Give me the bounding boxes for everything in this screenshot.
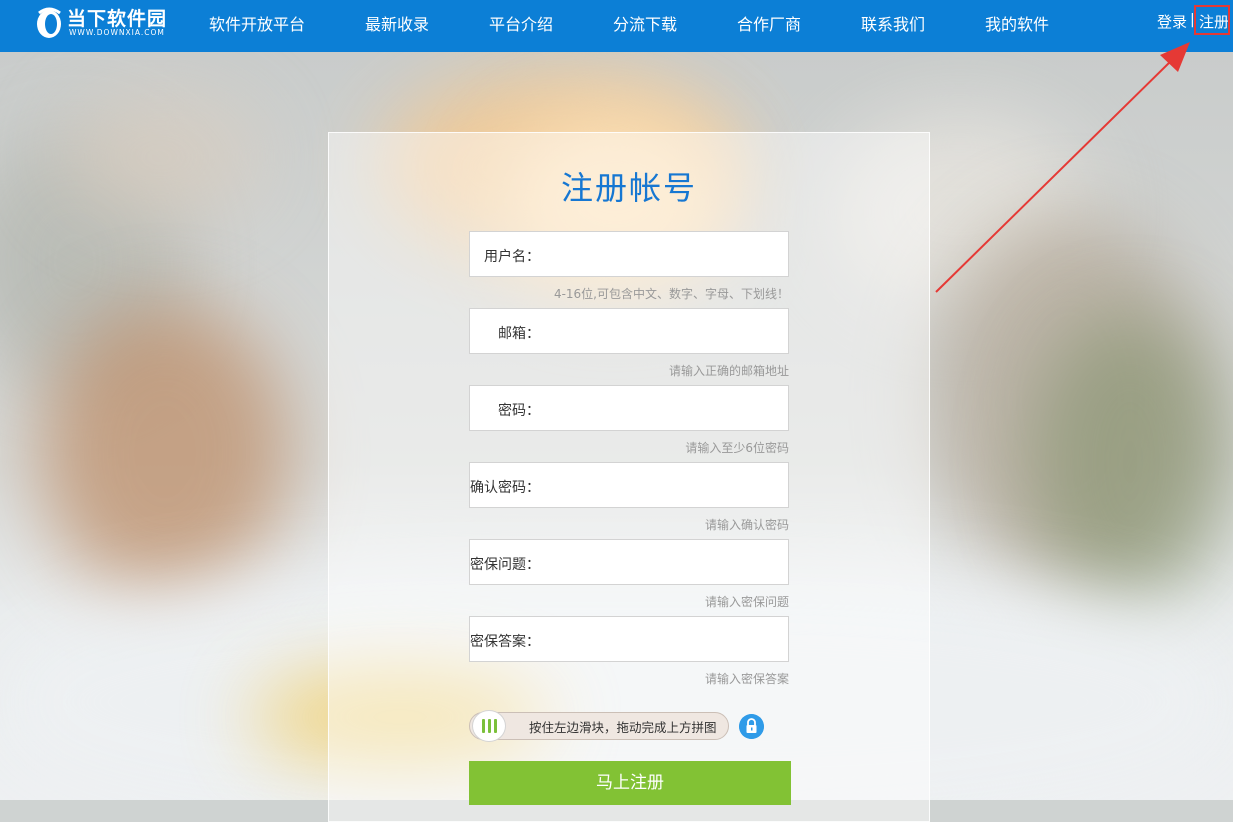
confirm-password-hint: 请输入确认密码 [704, 518, 789, 532]
nav-my-software[interactable]: 我的软件 [985, 11, 1049, 35]
email-label: 邮箱： [498, 326, 540, 342]
logo-mark-icon [37, 7, 61, 38]
nav-platform-intro[interactable]: 平台介绍 [489, 11, 553, 35]
top-navbar: 当下软件园 WWW.DOWNXIA.COM 软件开放平台 最新收录 平台介绍 分… [0, 0, 1233, 52]
username-hint: 4-16位,可包含中文、数字、字母、下划线！ [553, 287, 789, 301]
slider-grip-icon[interactable] [472, 710, 506, 742]
security-question-input[interactable] [548, 548, 782, 578]
nav-mirror-download[interactable]: 分流下载 [613, 11, 677, 35]
confirm-password-input[interactable] [548, 471, 782, 501]
login-link[interactable]: 登录 [1157, 11, 1187, 32]
security-answer-label: 密保答案： [470, 634, 540, 650]
register-highlight-box [1194, 5, 1230, 35]
password-field[interactable]: 密码： [469, 385, 789, 431]
security-answer-field[interactable]: 密保答案： [469, 616, 789, 662]
security-answer-input[interactable] [548, 625, 782, 655]
username-field[interactable]: 用户名： [469, 231, 789, 277]
logo-subtitle: WWW.DOWNXIA.COM [69, 28, 165, 37]
lock-icon [739, 714, 764, 739]
security-question-hint: 请输入密保问题 [704, 595, 789, 609]
password-hint: 请输入至少6位密码 [685, 441, 789, 455]
nav-contact[interactable]: 联系我们 [861, 11, 925, 35]
nav-open-platform[interactable]: 软件开放平台 [209, 11, 305, 35]
page-title: 注册帐号 [560, 169, 697, 207]
confirm-password-field[interactable]: 确认密码： [469, 462, 789, 508]
email-field[interactable]: 邮箱： [469, 308, 789, 354]
register-panel: 注册帐号 用户名： 4-16位,可包含中文、数字、字母、下划线！ 邮箱： 请输入… [328, 132, 930, 822]
security-answer-hint: 请输入密保答案 [704, 672, 789, 686]
email-hint: 请输入正确的邮箱地址 [668, 364, 789, 378]
register-submit-button[interactable]: 马上注册 [469, 761, 791, 805]
security-question-field[interactable]: 密保问题： [469, 539, 789, 585]
nav-latest[interactable]: 最新收录 [365, 11, 429, 35]
security-question-label: 密保问题： [470, 557, 540, 573]
nav-partners[interactable]: 合作厂商 [737, 11, 801, 35]
username-label: 用户名： [484, 249, 540, 265]
logo-text: 当下软件园 [67, 8, 168, 30]
site-logo[interactable]: 当下软件园 WWW.DOWNXIA.COM [34, 4, 174, 44]
email-input[interactable] [548, 317, 782, 347]
username-input[interactable] [548, 240, 782, 270]
password-label: 密码： [498, 403, 540, 419]
slider-instruction: 按住左边滑块，拖动完成上方拼图 [529, 720, 717, 735]
password-input[interactable] [548, 394, 782, 424]
confirm-password-label: 确认密码： [470, 480, 540, 496]
